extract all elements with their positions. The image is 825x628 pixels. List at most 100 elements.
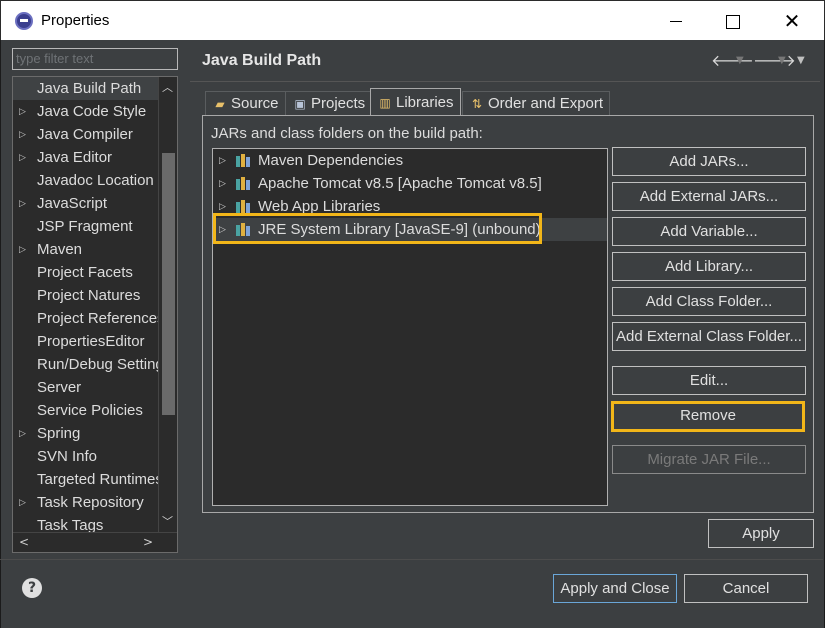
expand-arrow-icon[interactable]: ▷ — [19, 100, 26, 123]
back-arrow-icon[interactable]: 🡐 — [711, 50, 754, 70]
property-page-tree: Java Build Path ▷ Java Code Style ▷ Java Com… — [12, 76, 178, 553]
tree-item-label: Maven — [37, 241, 83, 258]
library-books-icon — [236, 200, 251, 213]
title-bar: Properties ✕ — [0, 0, 825, 40]
forward-menu-chevron-icon[interactable]: ▼ — [778, 55, 786, 66]
tree-item[interactable]: JSP Fragment — [13, 215, 158, 238]
tree-item[interactable]: ▷ Maven — [13, 238, 158, 261]
tree-item[interactable]: ▷ Java Editor — [13, 146, 158, 169]
scroll-down-icon[interactable]: ﹀ — [162, 513, 173, 529]
header-divider — [190, 81, 820, 82]
tree-item-label: SVN Info — [37, 448, 98, 465]
filter-input[interactable]: type filter text — [12, 48, 178, 70]
apply-and-close-button[interactable]: Apply and Close — [553, 574, 677, 603]
back-menu-chevron-icon[interactable]: ▼ — [736, 55, 744, 66]
tree-item[interactable]: ▷ JavaScript — [13, 192, 158, 215]
tree-item-label: JSP Fragment — [37, 218, 133, 235]
page-title: Java Build Path — [202, 52, 322, 69]
expand-arrow-icon[interactable]: ▷ — [19, 422, 26, 445]
library-entry[interactable]: ▷ Maven Dependencies — [213, 149, 607, 172]
tree-item-label: Javadoc Location — [37, 172, 154, 189]
tree-item-label: Java Compiler — [37, 126, 133, 143]
tree-item[interactable]: Project Natures — [13, 284, 158, 307]
libraries-icon: ▥ — [379, 96, 391, 110]
tree-item[interactable]: PropertiesEditor — [13, 330, 158, 353]
footer-divider — [0, 559, 823, 560]
tree-item-label: Project Facets — [37, 264, 133, 281]
tree-item-label: Run/Debug Settings — [37, 356, 158, 373]
remove-button[interactable]: Remove — [611, 401, 805, 432]
tab-order-and-export[interactable]: ⇅ Order and Export — [462, 91, 611, 115]
tree-item[interactable]: Javadoc Location — [13, 169, 158, 192]
tree-item-label: Targeted Runtimes — [37, 471, 158, 488]
add-external-jars-button[interactable]: Add External JARs... — [612, 182, 806, 211]
source-folder-icon: ▰ — [215, 97, 225, 111]
close-button[interactable]: ✕ — [763, 1, 821, 41]
migrate-jar-file-button[interactable]: Migrate JAR File... — [612, 445, 806, 474]
projects-icon: ▣ — [294, 97, 306, 111]
tree-item[interactable]: ▷ Spring — [13, 422, 158, 445]
expand-arrow-icon[interactable]: ▷ — [19, 192, 26, 215]
selected-library-highlight — [213, 213, 542, 244]
expand-arrow-icon[interactable]: ▷ — [19, 146, 26, 169]
tree-item[interactable]: Run/Debug Settings — [13, 353, 158, 376]
tree-item[interactable]: Java Build Path — [13, 77, 158, 100]
add-variable-button[interactable]: Add Variable... — [612, 217, 806, 246]
minimize-button[interactable] — [647, 1, 705, 41]
add-external-class-folder-button[interactable]: Add External Class Folder... — [612, 322, 806, 351]
library-list[interactable]: ▷ Maven Dependencies ▷ Apache Tomcat v8.5 [… — [212, 148, 608, 506]
tab-projects[interactable]: ▣ Projects — [285, 91, 373, 115]
tree-item[interactable]: SVN Info — [13, 445, 158, 468]
scroll-thumb[interactable] — [162, 153, 175, 415]
scroll-left-icon[interactable]: < — [19, 535, 29, 549]
tree-item-label: Spring — [37, 425, 81, 442]
tree-item[interactable]: Server — [13, 376, 158, 399]
help-icon[interactable]: ? — [22, 578, 42, 598]
tree-vertical-scrollbar[interactable]: ︿ ﹀ — [158, 77, 177, 532]
library-label: Maven Dependencies — [258, 152, 404, 169]
add-jars-button[interactable]: Add JARs... — [612, 147, 806, 176]
add-library-button[interactable]: Add Library... — [612, 252, 806, 281]
tree-horizontal-scrollbar[interactable]: < > — [13, 532, 177, 552]
tree-item[interactable]: Project Facets — [13, 261, 158, 284]
expand-arrow-icon[interactable]: ▷ — [19, 123, 26, 146]
apply-button[interactable]: Apply — [708, 519, 814, 548]
library-books-icon — [236, 177, 251, 190]
build-path-label: JARs and class folders on the build path… — [211, 125, 483, 142]
expand-arrow-icon[interactable]: ▷ — [19, 491, 26, 514]
tree-item[interactable]: Targeted Runtimes — [13, 468, 158, 491]
eclipse-app-icon — [15, 12, 33, 30]
expand-arrow-icon[interactable]: ▷ — [19, 238, 26, 261]
tree-item-label: Project Natures — [37, 287, 141, 304]
tree-item-label: Project References — [37, 310, 158, 327]
tree-item-label: JavaScript — [37, 195, 108, 212]
window-title: Properties — [41, 12, 110, 29]
tree-item-label: PropertiesEditor — [37, 333, 145, 350]
tree-item-label: Java Build Path — [37, 80, 142, 97]
tree-item[interactable]: Service Policies — [13, 399, 158, 422]
library-entry[interactable]: ▷ Apache Tomcat v8.5 [Apache Tomcat v8.5] — [213, 172, 607, 195]
tab-source[interactable]: ▰ Source — [205, 91, 286, 115]
maximize-button[interactable] — [704, 1, 762, 41]
tree-item-label: Java Editor — [37, 149, 113, 166]
tree-item[interactable]: ▷ Java Compiler — [13, 123, 158, 146]
add-class-folder-button[interactable]: Add Class Folder... — [612, 287, 806, 316]
view-menu-icon[interactable]: ▼ — [797, 55, 805, 66]
tree-item-label: Server — [37, 379, 82, 396]
forward-arrow-icon[interactable]: 🡒 — [753, 50, 796, 70]
edit-button[interactable]: Edit... — [612, 366, 806, 395]
library-books-icon — [236, 154, 251, 167]
scroll-right-icon[interactable]: > — [143, 535, 153, 549]
tree-item[interactable]: ▷ Java Code Style — [13, 100, 158, 123]
tree-item[interactable]: ▷ Task Repository — [13, 491, 158, 514]
order-export-icon: ⇅ — [471, 97, 483, 111]
cancel-button[interactable]: Cancel — [684, 574, 808, 603]
scroll-up-icon[interactable]: ︿ — [162, 79, 173, 95]
tree-item[interactable]: Project References — [13, 307, 158, 330]
expand-arrow-icon[interactable]: ▷ — [219, 149, 226, 172]
tree-item-label: Task Repository — [37, 494, 144, 511]
tree-item-label: Service Policies — [37, 402, 143, 419]
tab-libraries[interactable]: ▥ Libraries — [370, 88, 461, 115]
expand-arrow-icon[interactable]: ▷ — [219, 172, 226, 195]
library-label: Apache Tomcat v8.5 [Apache Tomcat v8.5] — [258, 175, 542, 192]
